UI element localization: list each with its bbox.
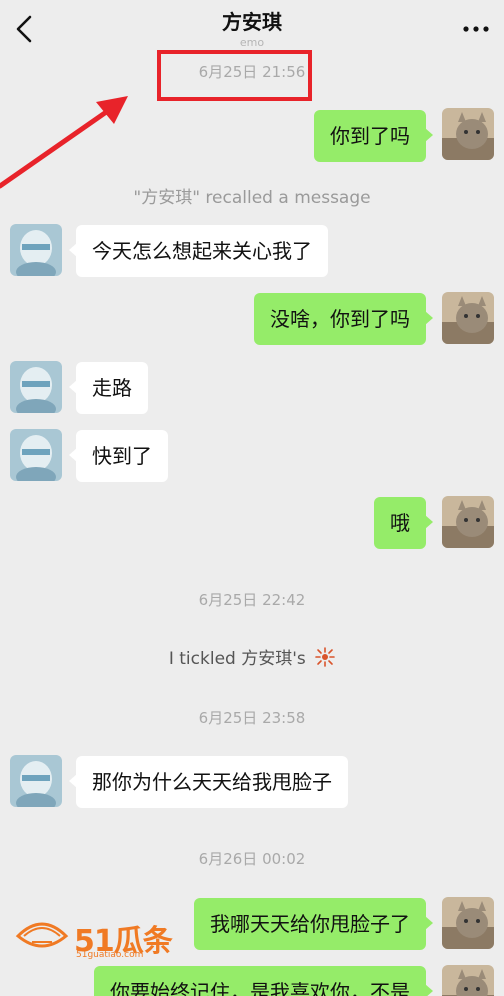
timestamp: 6月26日 00:02 [198, 850, 306, 868]
incoming-message[interactable]: 快到了 [69, 430, 168, 482]
self-avatar[interactable] [442, 108, 494, 160]
cat-avatar-icon [442, 292, 494, 344]
timestamp: 6月25日 22:42 [198, 591, 306, 609]
outgoing-message[interactable]: 哦 [374, 497, 433, 549]
incoming-message[interactable]: 那你为什么天天给我甩脸子 [69, 756, 348, 808]
contact-avatar[interactable] [10, 361, 62, 413]
cat-avatar-icon [442, 108, 494, 160]
chat-status: emo [239, 36, 265, 49]
girl-avatar-icon [10, 429, 62, 481]
contact-avatar[interactable] [10, 224, 62, 276]
more-dots-icon[interactable] [462, 18, 490, 40]
cat-avatar-icon [442, 897, 494, 949]
watermark-melon-icon [15, 922, 69, 948]
girl-avatar-icon [10, 755, 62, 807]
tickle-text: I tickled 方安琪's [168, 649, 306, 669]
annotation-highlight-box [157, 50, 312, 101]
self-avatar[interactable] [442, 965, 494, 996]
incoming-message[interactable]: 今天怎么想起来关心我了 [69, 225, 328, 277]
timestamp: 6月25日 23:58 [198, 709, 306, 727]
outgoing-message[interactable]: 没啥，你到了吗 [254, 293, 433, 345]
self-avatar[interactable] [442, 496, 494, 548]
girl-avatar-icon [10, 224, 62, 276]
watermark-logo: 51瓜条 51guatiao.com [14, 916, 184, 962]
incoming-message[interactable]: 走路 [69, 362, 148, 414]
outgoing-message[interactable]: 我哪天天给你甩脸子了 [194, 898, 433, 950]
contact-avatar[interactable] [10, 429, 62, 481]
self-avatar[interactable] [442, 897, 494, 949]
self-avatar[interactable] [442, 292, 494, 344]
watermark-url: 51guatiao.com [76, 950, 144, 960]
contact-avatar[interactable] [10, 755, 62, 807]
tickle-notice: I tickled 方安琪's [0, 644, 504, 669]
annotation-arrow-icon [0, 96, 128, 189]
chat-title: 方安琪 [222, 10, 282, 34]
outgoing-message[interactable]: 你要始终记住，是我喜欢你，不是 [94, 966, 433, 996]
girl-avatar-icon [10, 361, 62, 413]
outgoing-message[interactable]: 你到了吗 [314, 110, 433, 162]
cat-avatar-icon [442, 496, 494, 548]
cat-avatar-icon [442, 965, 494, 996]
firework-icon [315, 647, 335, 667]
